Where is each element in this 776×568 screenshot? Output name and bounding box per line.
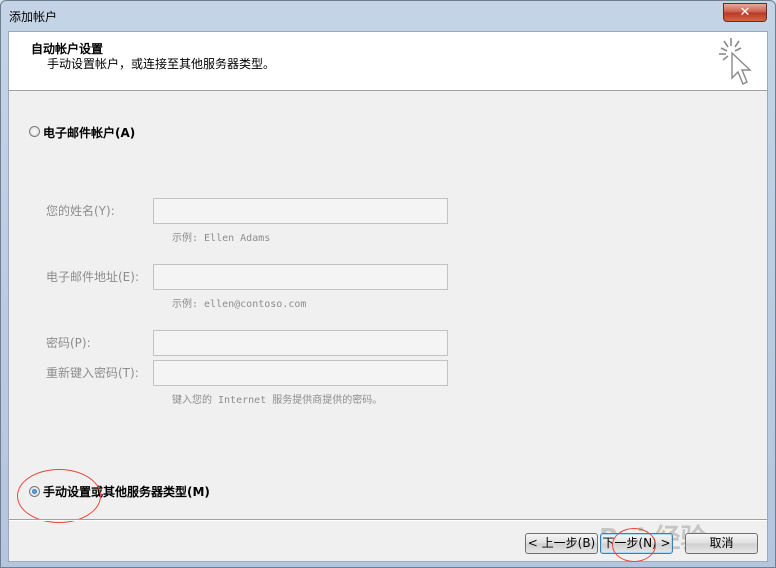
wizard-client-area: 自动帐户设置 手动设置帐户，或连接至其他服务器类型。 电子邮件帐户(A) 您的姓…: [8, 31, 768, 562]
back-button[interactable]: < 上一步(B): [525, 533, 598, 554]
email-hint: 示例: ellen@contoso.com: [172, 299, 307, 310]
add-account-window: 添加帐户 ✕ 自动帐户设置 手动设置帐户，或连接至其他服务器类型。 电子邮件帐户…: [0, 0, 776, 568]
cancel-button[interactable]: 取消: [685, 533, 758, 554]
password-hint: 键入您的 Internet 服务提供商提供的密码。: [172, 395, 383, 406]
page-subtitle: 手动设置帐户，或连接至其他服务器类型。: [47, 57, 276, 71]
retype-password-label: 重新键入密码(T):: [46, 366, 139, 380]
name-field[interactable]: [153, 198, 448, 224]
email-account-radio[interactable]: [29, 126, 40, 137]
email-account-label[interactable]: 电子邮件帐户(A): [43, 124, 135, 141]
window-title: 添加帐户: [9, 10, 58, 24]
wizard-cursor-icon: [719, 38, 752, 85]
name-label: 您的姓名(Y):: [46, 204, 115, 218]
red-circle-annotation: [612, 528, 656, 562]
password-field[interactable]: [153, 330, 448, 356]
email-address-field[interactable]: [153, 264, 448, 290]
password-label: 密码(P):: [46, 336, 91, 350]
email-address-label: 电子邮件地址(E):: [46, 270, 139, 284]
close-icon: ✕: [739, 5, 751, 20]
red-circle-annotation: [17, 469, 101, 523]
title-bar[interactable]: 添加帐户 ✕: [1, 1, 775, 31]
retype-password-field[interactable]: [153, 360, 448, 386]
name-hint: 示例: Ellen Adams: [172, 233, 271, 244]
wizard-header: 自动帐户设置 手动设置帐户，或连接至其他服务器类型。: [9, 32, 767, 91]
close-button[interactable]: ✕: [723, 3, 767, 22]
